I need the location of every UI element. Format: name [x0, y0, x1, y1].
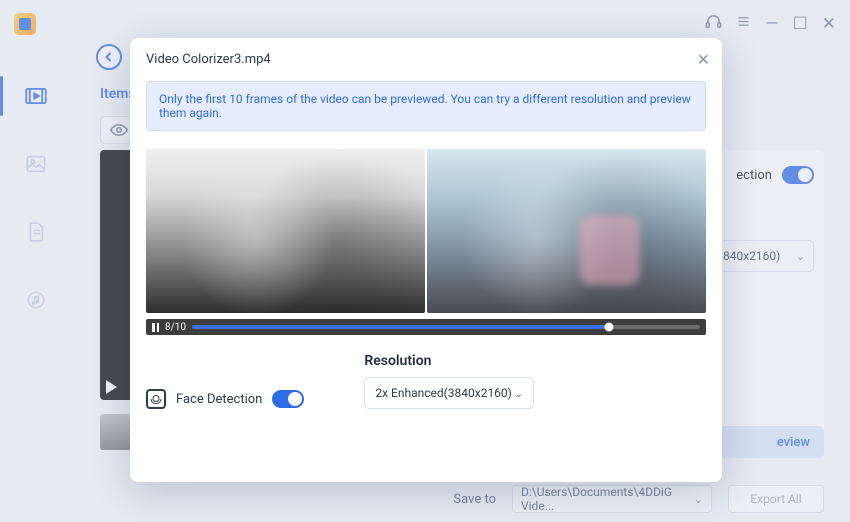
- preview-modal: Video Colorizer3.mp4 ✕ Only the first 10…: [130, 38, 722, 482]
- resolution-select[interactable]: 2x Enhanced(3840x2160) ⌄: [364, 377, 534, 409]
- slider-fill: [192, 325, 609, 329]
- comparison-view: [146, 149, 706, 313]
- playback-slider[interactable]: [192, 325, 700, 329]
- chevron-down-icon: ⌄: [514, 387, 523, 400]
- playback-bar: 8/10: [146, 319, 706, 335]
- modal-title: Video Colorizer3.mp4: [146, 52, 706, 67]
- modal-close-button[interactable]: ✕: [697, 50, 710, 69]
- frame-counter: 8/10: [165, 322, 186, 333]
- before-image: [146, 149, 425, 313]
- pause-button[interactable]: [152, 323, 159, 332]
- face-detection-toggle[interactable]: [272, 390, 304, 408]
- slider-knob[interactable]: [604, 323, 613, 332]
- face-detection-label: Face Detection: [176, 392, 262, 407]
- resolution-label: Resolution: [364, 353, 534, 369]
- resolution-value: 2x Enhanced(3840x2160): [375, 386, 512, 400]
- info-banner: Only the first 10 frames of the video ca…: [146, 81, 706, 131]
- after-image: [427, 149, 706, 313]
- face-icon: [146, 389, 166, 409]
